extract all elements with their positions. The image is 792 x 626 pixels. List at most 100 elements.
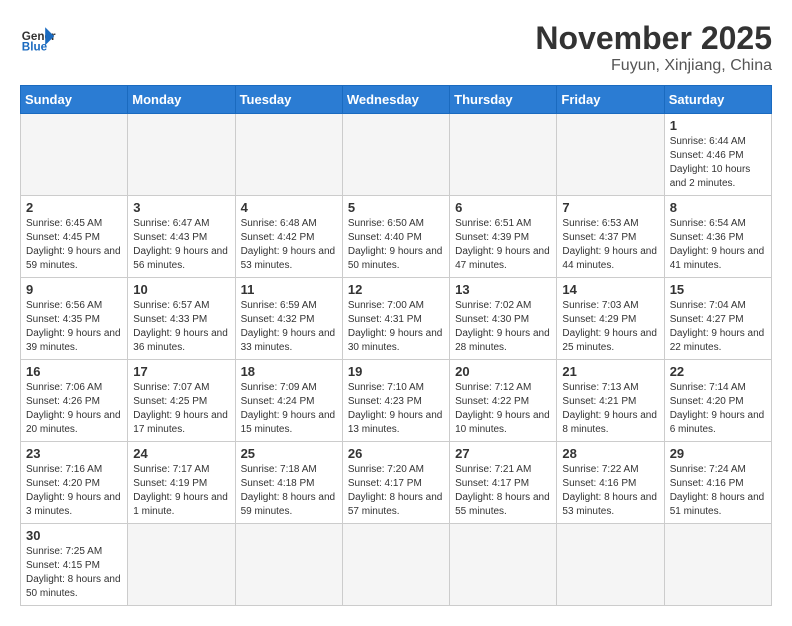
calendar-cell: 14 Sunrise: 7:03 AM Sunset: 4:29 PM Dayli… — [557, 278, 664, 360]
weekday-header-sunday: Sunday — [21, 86, 128, 114]
day-number: 8 — [670, 200, 766, 215]
location-title: Fuyun, Xinjiang, China — [535, 57, 772, 75]
calendar-cell — [450, 524, 557, 606]
week-row-0: 1 Sunrise: 6:44 AM Sunset: 4:46 PM Daylig… — [21, 114, 772, 196]
calendar-table: SundayMondayTuesdayWednesdayThursdayFrid… — [20, 85, 772, 606]
calendar-cell: 30 Sunrise: 7:25 AM Sunset: 4:15 PM Dayli… — [21, 524, 128, 606]
day-info: Sunrise: 6:57 AM Sunset: 4:33 PM Dayligh… — [133, 299, 229, 355]
day-info: Sunrise: 6:56 AM Sunset: 4:35 PM Dayligh… — [26, 299, 122, 355]
day-info: Sunrise: 6:51 AM Sunset: 4:39 PM Dayligh… — [455, 217, 551, 273]
title-section: November 2025 Fuyun, Xinjiang, China — [535, 20, 772, 75]
calendar-cell — [342, 114, 449, 196]
day-info: Sunrise: 7:00 AM Sunset: 4:31 PM Dayligh… — [348, 299, 444, 355]
day-number: 11 — [241, 282, 337, 297]
day-number: 21 — [562, 364, 658, 379]
calendar-cell: 29 Sunrise: 7:24 AM Sunset: 4:16 PM Dayli… — [664, 442, 771, 524]
calendar-cell: 27 Sunrise: 7:21 AM Sunset: 4:17 PM Dayli… — [450, 442, 557, 524]
calendar-cell: 6 Sunrise: 6:51 AM Sunset: 4:39 PM Daylig… — [450, 196, 557, 278]
day-number: 27 — [455, 446, 551, 461]
calendar-cell: 15Sunrise: 7:04 AM Sunset: 4:27 PM Dayli… — [664, 278, 771, 360]
day-info: Sunrise: 7:20 AM Sunset: 4:17 PM Dayligh… — [348, 463, 444, 519]
calendar-cell: 26 Sunrise: 7:20 AM Sunset: 4:17 PM Dayli… — [342, 442, 449, 524]
day-info: Sunrise: 6:44 AM Sunset: 4:46 PM Dayligh… — [670, 135, 766, 191]
day-number: 16 — [26, 364, 122, 379]
day-number: 17 — [133, 364, 229, 379]
day-info: Sunrise: 7:09 AM Sunset: 4:24 PM Dayligh… — [241, 381, 337, 437]
calendar-cell — [450, 114, 557, 196]
calendar-cell: 28Sunrise: 7:22 AM Sunset: 4:16 PM Dayli… — [557, 442, 664, 524]
calendar-cell — [557, 524, 664, 606]
calendar-cell: 11 Sunrise: 6:59 AM Sunset: 4:32 PM Dayli… — [235, 278, 342, 360]
day-info: Sunrise: 6:59 AM Sunset: 4:32 PM Dayligh… — [241, 299, 337, 355]
day-number: 7 — [562, 200, 658, 215]
weekday-header-tuesday: Tuesday — [235, 86, 342, 114]
day-info: Sunrise: 7:21 AM Sunset: 4:17 PM Dayligh… — [455, 463, 551, 519]
day-number: 23 — [26, 446, 122, 461]
calendar-cell: 10 Sunrise: 6:57 AM Sunset: 4:33 PM Dayli… — [128, 278, 235, 360]
day-number: 12 — [348, 282, 444, 297]
week-row-3: 16Sunrise: 7:06 AM Sunset: 4:26 PM Dayli… — [21, 360, 772, 442]
day-number: 13 — [455, 282, 551, 297]
weekday-header-friday: Friday — [557, 86, 664, 114]
calendar-cell — [128, 524, 235, 606]
weekday-header-wednesday: Wednesday — [342, 86, 449, 114]
day-number: 14 — [562, 282, 658, 297]
calendar-cell: 21Sunrise: 7:13 AM Sunset: 4:21 PM Dayli… — [557, 360, 664, 442]
calendar-cell — [128, 114, 235, 196]
calendar-cell: 3 Sunrise: 6:47 AM Sunset: 4:43 PM Daylig… — [128, 196, 235, 278]
day-info: Sunrise: 6:48 AM Sunset: 4:42 PM Dayligh… — [241, 217, 337, 273]
week-row-2: 9 Sunrise: 6:56 AM Sunset: 4:35 PM Daylig… — [21, 278, 772, 360]
day-info: Sunrise: 7:24 AM Sunset: 4:16 PM Dayligh… — [670, 463, 766, 519]
day-number: 29 — [670, 446, 766, 461]
day-number: 5 — [348, 200, 444, 215]
day-number: 6 — [455, 200, 551, 215]
day-info: Sunrise: 7:18 AM Sunset: 4:18 PM Dayligh… — [241, 463, 337, 519]
day-info: Sunrise: 6:47 AM Sunset: 4:43 PM Dayligh… — [133, 217, 229, 273]
day-number: 15 — [670, 282, 766, 297]
calendar-cell: 7 Sunrise: 6:53 AM Sunset: 4:37 PM Daylig… — [557, 196, 664, 278]
day-number: 10 — [133, 282, 229, 297]
day-info: Sunrise: 7:25 AM Sunset: 4:15 PM Dayligh… — [26, 545, 122, 601]
calendar-cell: 2Sunrise: 6:45 AM Sunset: 4:45 PM Daylig… — [21, 196, 128, 278]
calendar-cell: 9 Sunrise: 6:56 AM Sunset: 4:35 PM Daylig… — [21, 278, 128, 360]
day-info: Sunrise: 6:54 AM Sunset: 4:36 PM Dayligh… — [670, 217, 766, 273]
day-number: 26 — [348, 446, 444, 461]
calendar-cell: 18Sunrise: 7:09 AM Sunset: 4:24 PM Dayli… — [235, 360, 342, 442]
calendar-cell — [342, 524, 449, 606]
day-info: Sunrise: 7:02 AM Sunset: 4:30 PM Dayligh… — [455, 299, 551, 355]
day-number: 9 — [26, 282, 122, 297]
day-number: 25 — [241, 446, 337, 461]
day-number: 1 — [670, 118, 766, 133]
calendar-cell — [235, 524, 342, 606]
calendar-cell: 19Sunrise: 7:10 AM Sunset: 4:23 PM Dayli… — [342, 360, 449, 442]
weekday-header-row: SundayMondayTuesdayWednesdayThursdayFrid… — [21, 86, 772, 114]
logo: General Blue — [20, 20, 56, 56]
calendar-cell — [235, 114, 342, 196]
calendar-cell: 24Sunrise: 7:17 AM Sunset: 4:19 PM Dayli… — [128, 442, 235, 524]
day-info: Sunrise: 7:16 AM Sunset: 4:20 PM Dayligh… — [26, 463, 122, 519]
day-info: Sunrise: 6:53 AM Sunset: 4:37 PM Dayligh… — [562, 217, 658, 273]
calendar-cell: 12 Sunrise: 7:00 AM Sunset: 4:31 PM Dayli… — [342, 278, 449, 360]
day-info: Sunrise: 7:17 AM Sunset: 4:19 PM Dayligh… — [133, 463, 229, 519]
day-info: Sunrise: 7:10 AM Sunset: 4:23 PM Dayligh… — [348, 381, 444, 437]
day-number: 22 — [670, 364, 766, 379]
calendar-cell: 22Sunrise: 7:14 AM Sunset: 4:20 PM Dayli… — [664, 360, 771, 442]
day-info: Sunrise: 7:12 AM Sunset: 4:22 PM Dayligh… — [455, 381, 551, 437]
calendar-cell — [21, 114, 128, 196]
calendar-cell: 4Sunrise: 6:48 AM Sunset: 4:42 PM Daylig… — [235, 196, 342, 278]
calendar-cell: 8 Sunrise: 6:54 AM Sunset: 4:36 PM Daylig… — [664, 196, 771, 278]
week-row-5: 30 Sunrise: 7:25 AM Sunset: 4:15 PM Dayli… — [21, 524, 772, 606]
day-number: 3 — [133, 200, 229, 215]
calendar-cell: 13 Sunrise: 7:02 AM Sunset: 4:30 PM Dayli… — [450, 278, 557, 360]
day-info: Sunrise: 7:03 AM Sunset: 4:29 PM Dayligh… — [562, 299, 658, 355]
weekday-header-saturday: Saturday — [664, 86, 771, 114]
day-number: 20 — [455, 364, 551, 379]
day-info: Sunrise: 7:22 AM Sunset: 4:16 PM Dayligh… — [562, 463, 658, 519]
calendar-cell: 16Sunrise: 7:06 AM Sunset: 4:26 PM Dayli… — [21, 360, 128, 442]
day-number: 30 — [26, 528, 122, 543]
page-header: General Blue November 2025 Fuyun, Xinjia… — [20, 20, 772, 75]
svg-text:Blue: Blue — [22, 41, 48, 54]
weekday-header-thursday: Thursday — [450, 86, 557, 114]
calendar-cell: 20 Sunrise: 7:12 AM Sunset: 4:22 PM Dayli… — [450, 360, 557, 442]
calendar-cell: 5Sunrise: 6:50 AM Sunset: 4:40 PM Daylig… — [342, 196, 449, 278]
